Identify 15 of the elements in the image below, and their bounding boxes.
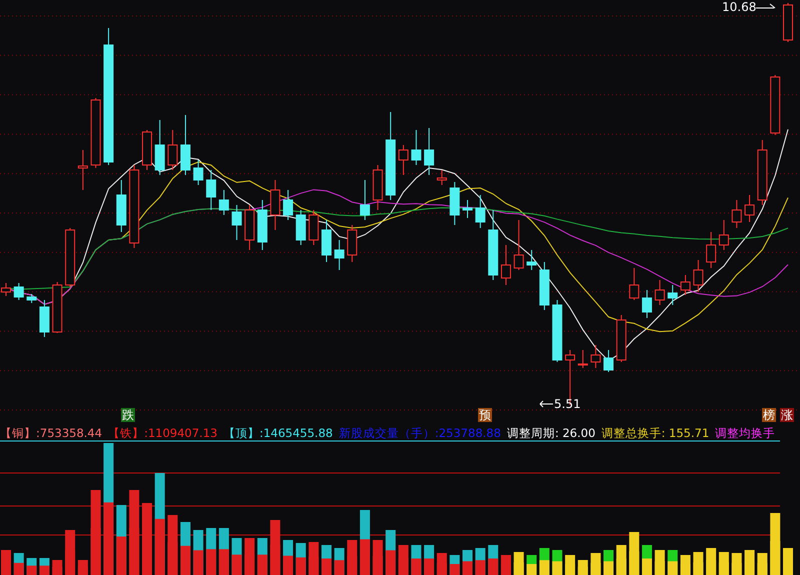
signal-badge: 跌 bbox=[121, 408, 135, 422]
indicator-reading: 调整周期: 26.00 bbox=[506, 426, 596, 440]
indicator-reading: 新股成交量（手）:253788.88 bbox=[338, 426, 501, 440]
price-high-label: 10.68 bbox=[722, 0, 756, 14]
arrow-icon bbox=[539, 400, 553, 408]
signal-badge: 榜 bbox=[762, 408, 776, 422]
indicator-reading: 【铜】:753358.44 bbox=[0, 426, 102, 440]
signal-badge: 预 bbox=[478, 408, 492, 422]
indicator-reading: 调整总换手: 155.71 bbox=[601, 426, 710, 440]
arrow-icon bbox=[756, 3, 776, 11]
indicator-reading: 调整均换手 bbox=[715, 426, 776, 440]
price-low-label: 5.51 bbox=[554, 397, 581, 411]
indicator-reading: 【顶】:1465455.88 bbox=[223, 426, 333, 440]
signal-badge: 涨 bbox=[780, 408, 794, 422]
indicator-reading: 【铁】:1109407.13 bbox=[108, 426, 218, 440]
